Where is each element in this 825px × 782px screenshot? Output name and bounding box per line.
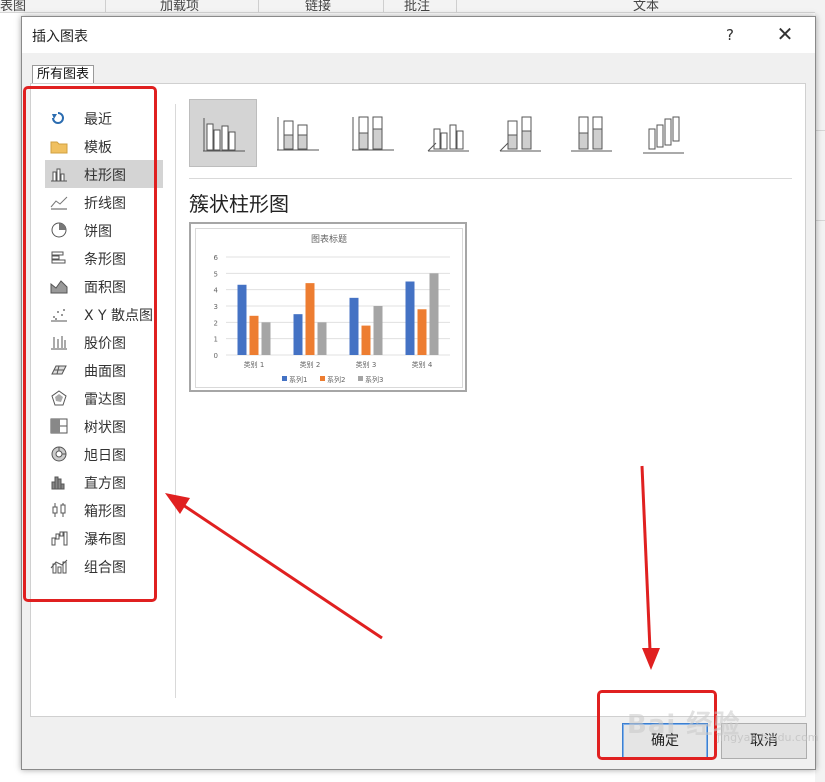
annotation-arrow-down-head bbox=[642, 648, 660, 670]
watermark-url: jingyan.baidu.com bbox=[717, 731, 819, 744]
annotation-arrows bbox=[165, 465, 660, 670]
annotation-arrow-down bbox=[640, 465, 652, 651]
annotation-arrow-left bbox=[182, 503, 383, 640]
annotation-arrow-left-head bbox=[165, 493, 190, 514]
